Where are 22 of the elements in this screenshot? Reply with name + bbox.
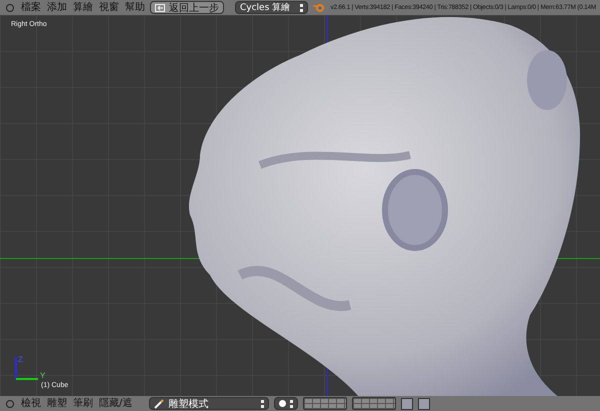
return-arrow-icon xyxy=(155,4,165,12)
render-engine-dropdown[interactable]: Cycles 算繪 xyxy=(235,1,308,14)
menu-item[interactable]: 筆刷 xyxy=(73,398,93,410)
menu-item[interactable]: 檔案 xyxy=(21,2,41,14)
layer-buttons[interactable] xyxy=(303,397,348,410)
menu-item[interactable]: 雕塑 xyxy=(47,398,67,410)
collapse-icon[interactable] xyxy=(6,400,14,408)
menu-item[interactable]: 算繪 xyxy=(73,2,93,14)
collapse-icon[interactable] xyxy=(6,4,14,12)
menu-item[interactable]: 幫助 xyxy=(125,2,145,14)
menu-item[interactable]: 視窗 xyxy=(99,2,119,14)
shading-dropdown[interactable] xyxy=(274,397,298,410)
undo-button[interactable]: 返回上一步 xyxy=(150,1,224,14)
axis-gizmo-drawing: Z Y xyxy=(8,353,58,383)
menu-item[interactable]: 添加 xyxy=(47,2,67,14)
brush-icon xyxy=(154,398,164,408)
menu-item[interactable]: 檢視 xyxy=(21,398,41,410)
layer-buttons[interactable] xyxy=(352,397,396,410)
logo-icon xyxy=(313,2,326,12)
sphere-icon xyxy=(279,400,286,407)
mode-dropdown[interactable]: 雕塑模式 xyxy=(149,397,270,410)
menu-item[interactable]: 隱藏/遮 xyxy=(99,398,132,410)
